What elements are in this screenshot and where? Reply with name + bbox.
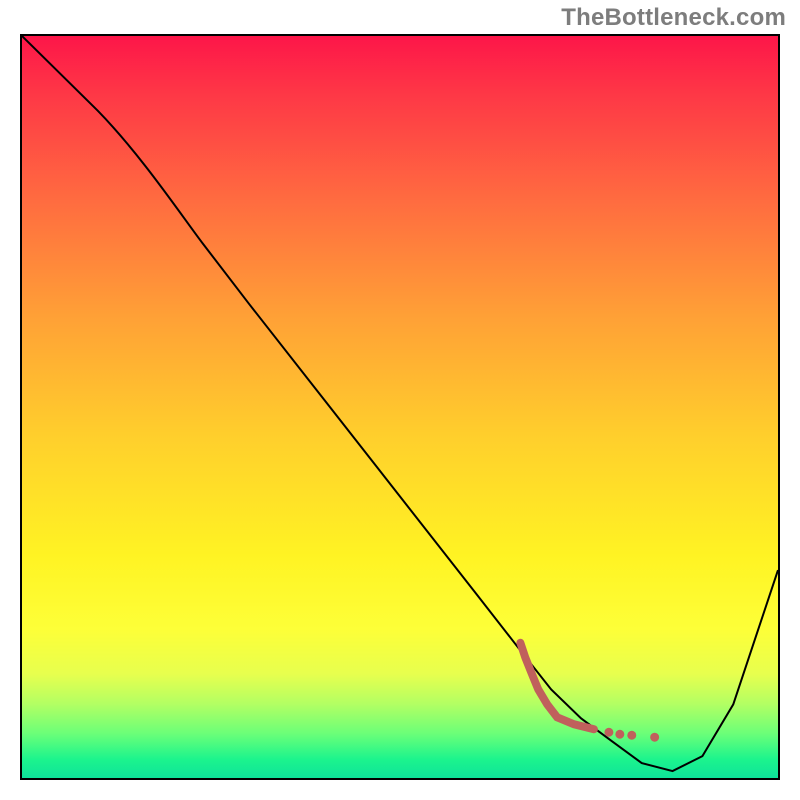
chart-overlay-svg	[22, 36, 778, 778]
chart-plot-area	[20, 34, 780, 780]
highlight-dot-4	[650, 733, 659, 742]
bottleneck-curve-line	[22, 36, 778, 771]
highlight-dot-1	[604, 728, 613, 737]
watermark-text: TheBottleneck.com	[561, 4, 786, 32]
highlight-dot-3	[627, 731, 636, 740]
highlight-segment-L	[520, 643, 594, 730]
highlight-segment-group	[520, 643, 659, 742]
highlight-dot-2	[615, 730, 624, 739]
